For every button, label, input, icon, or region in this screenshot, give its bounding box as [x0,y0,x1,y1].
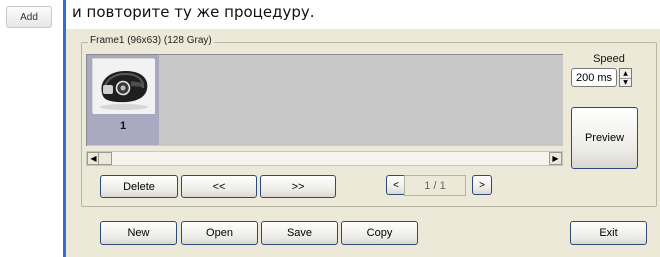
instruction-text: и повторите ту же процедуру. [72,3,315,21]
page-prev-button[interactable]: < [386,175,406,195]
preview-button[interactable]: Preview [571,107,638,169]
delete-button[interactable]: Delete [100,175,178,198]
copy-button[interactable]: Copy [341,221,418,245]
add-button[interactable]: Add [6,6,52,28]
triangle-down-icon[interactable]: ▼ [620,78,631,87]
page-indicator: 1 / 1 [404,175,466,196]
exit-button[interactable]: Exit [570,221,647,245]
speed-label: Speed [593,53,625,65]
prev-frame-button[interactable]: << [181,175,257,198]
new-button[interactable]: New [100,221,177,245]
device-remote-icon [92,58,155,114]
triangle-right-icon[interactable]: ▶ [549,152,562,165]
save-button[interactable]: Save [261,221,338,245]
open-button[interactable]: Open [181,221,258,245]
groupbox-title: Frame1 (96x63) (128 Gray) [88,35,214,46]
frame-number: 1 [119,120,127,132]
page-next-button[interactable]: > [472,175,492,195]
speed-input[interactable]: 200 ms [571,68,617,87]
speed-spinner[interactable]: ▲ ▼ [619,68,632,87]
frames-scrollbar[interactable] [86,151,563,166]
scrollbar-thumb[interactable] [98,152,112,165]
next-frame-button[interactable]: >> [260,175,336,198]
